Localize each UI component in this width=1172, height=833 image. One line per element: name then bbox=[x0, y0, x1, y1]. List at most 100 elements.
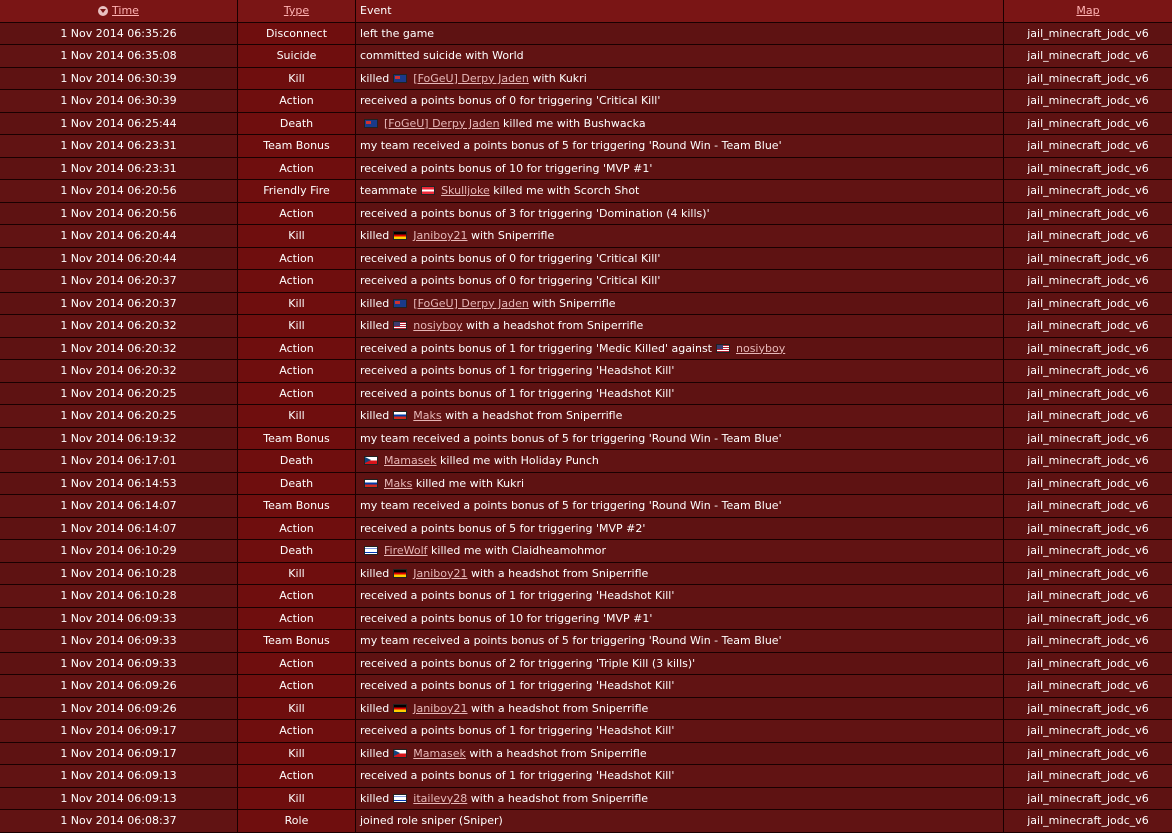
table-row: 1 Nov 2014 06:25:44 Death [FoGeU] Derpy Ja… bbox=[0, 112, 1172, 135]
table-row: 1 Nov 2014 06:20:37 Action received a poin… bbox=[0, 270, 1172, 293]
event-cell: my team received a points bonus of 5 for… bbox=[356, 630, 1004, 653]
player-link[interactable]: [FoGeU] Derpy Jaden bbox=[413, 297, 529, 310]
table-body: 1 Nov 2014 06:35:26 Disconnect left the ga… bbox=[0, 22, 1172, 833]
player-link[interactable]: Maks bbox=[413, 409, 441, 422]
map-cell: jail_minecraft_jodc_v6 bbox=[1004, 765, 1172, 788]
sort-by-time-link[interactable]: Time bbox=[112, 4, 139, 17]
map-cell: jail_minecraft_jodc_v6 bbox=[1004, 90, 1172, 113]
usa-flag-icon bbox=[393, 321, 408, 331]
event-text: killed me with Holiday Punch bbox=[436, 454, 599, 468]
event-text: my team received a points bonus of 5 for… bbox=[360, 431, 782, 445]
type-cell: Action bbox=[238, 270, 356, 293]
event-text: teammate bbox=[360, 184, 418, 198]
event-cell: killed Janiboy21 with Sniperrifle bbox=[356, 225, 1004, 248]
map-cell: jail_minecraft_jodc_v6 bbox=[1004, 45, 1172, 68]
event-cell: committed suicide with World bbox=[356, 45, 1004, 68]
time-cell: 1 Nov 2014 06:08:37 bbox=[0, 810, 238, 833]
type-cell: Action bbox=[238, 517, 356, 540]
event-text: with a headshot from Sniperrifle bbox=[467, 701, 649, 715]
type-cell: Team Bonus bbox=[238, 630, 356, 653]
player-link[interactable]: Mamasek bbox=[413, 747, 466, 760]
map-cell: jail_minecraft_jodc_v6 bbox=[1004, 270, 1172, 293]
type-cell: Action bbox=[238, 202, 356, 225]
sort-by-map-link[interactable]: Map bbox=[1076, 4, 1099, 17]
type-cell: Kill bbox=[238, 405, 356, 428]
type-cell: Disconnect bbox=[238, 22, 356, 45]
event-text: killed bbox=[360, 409, 390, 423]
player-link[interactable]: Janiboy21 bbox=[413, 702, 467, 715]
player-link[interactable]: [FoGeU] Derpy Jaden bbox=[384, 117, 500, 130]
table-row: 1 Nov 2014 06:10:29 Death FireWolf killed … bbox=[0, 540, 1172, 563]
player-link[interactable]: Skulljoke bbox=[441, 184, 490, 197]
type-cell: Action bbox=[238, 765, 356, 788]
map-cell: jail_minecraft_jodc_v6 bbox=[1004, 607, 1172, 630]
table-row: 1 Nov 2014 06:19:32 Team Bonus my team rec… bbox=[0, 427, 1172, 450]
type-cell: Action bbox=[238, 720, 356, 743]
map-cell: jail_minecraft_jodc_v6 bbox=[1004, 675, 1172, 698]
table-row: 1 Nov 2014 06:20:56 Action received a poin… bbox=[0, 202, 1172, 225]
event-cell: [FoGeU] Derpy Jaden killed me with Bushw… bbox=[356, 112, 1004, 135]
event-cell: killed Maks with a headshot from Sniperri… bbox=[356, 405, 1004, 428]
event-cell: received a points bonus of 1 for trigger… bbox=[356, 765, 1004, 788]
event-text: killed bbox=[360, 566, 390, 580]
time-cell: 1 Nov 2014 06:30:39 bbox=[0, 90, 238, 113]
header-type-cell[interactable]: Type bbox=[238, 0, 356, 23]
event-cell: received a points bonus of 1 for trigger… bbox=[356, 382, 1004, 405]
table-row: 1 Nov 2014 06:09:33 Action received a poin… bbox=[0, 652, 1172, 675]
event-text: left the game bbox=[360, 26, 435, 40]
type-cell: Suicide bbox=[238, 45, 356, 68]
map-cell: jail_minecraft_jodc_v6 bbox=[1004, 157, 1172, 180]
table-row: 1 Nov 2014 06:14:07 Team Bonus my team rec… bbox=[0, 495, 1172, 518]
type-cell: Friendly Fire bbox=[238, 180, 356, 203]
player-link[interactable]: nosiyboy bbox=[413, 319, 462, 332]
player-link[interactable]: Mamasek bbox=[384, 454, 437, 467]
table-row: 1 Nov 2014 06:30:39 Action received a poin… bbox=[0, 90, 1172, 113]
map-cell: jail_minecraft_jodc_v6 bbox=[1004, 787, 1172, 810]
type-cell: Action bbox=[238, 675, 356, 698]
event-cell: received a points bonus of 1 for trigger… bbox=[356, 360, 1004, 383]
player-link[interactable]: Janiboy21 bbox=[413, 229, 467, 242]
player-link[interactable]: FireWolf bbox=[384, 544, 428, 557]
event-text: killed bbox=[360, 791, 390, 805]
event-log-table: Time Type Event Map 1 Nov 2014 06:35:26 D… bbox=[0, 0, 1172, 833]
sort-descending-icon[interactable] bbox=[98, 5, 109, 16]
event-cell: received a points bonus of 3 for trigger… bbox=[356, 202, 1004, 225]
event-text: received a points bonus of 1 for trigger… bbox=[360, 341, 712, 355]
player-link[interactable]: nosiyboy bbox=[736, 342, 785, 355]
header-map-cell[interactable]: Map bbox=[1004, 0, 1172, 23]
map-cell: jail_minecraft_jodc_v6 bbox=[1004, 742, 1172, 765]
type-cell: Action bbox=[238, 90, 356, 113]
player-link[interactable]: [FoGeU] Derpy Jaden bbox=[413, 72, 529, 85]
event-text: killed bbox=[360, 319, 390, 333]
type-cell: Action bbox=[238, 247, 356, 270]
map-cell: jail_minecraft_jodc_v6 bbox=[1004, 67, 1172, 90]
event-text: my team received a points bonus of 5 for… bbox=[360, 139, 782, 153]
player-link[interactable]: itailevy28 bbox=[413, 792, 467, 805]
event-cell: received a points bonus of 0 for trigger… bbox=[356, 270, 1004, 293]
event-cell: killed [FoGeU] Derpy Jaden with Kukri bbox=[356, 67, 1004, 90]
table-row: 1 Nov 2014 06:20:44 Action received a poin… bbox=[0, 247, 1172, 270]
table-row: 1 Nov 2014 06:35:08 Suicide committed suic… bbox=[0, 45, 1172, 68]
type-cell: Kill bbox=[238, 225, 356, 248]
table-row: 1 Nov 2014 06:09:26 Kill killed Janiboy21 w… bbox=[0, 697, 1172, 720]
map-cell: jail_minecraft_jodc_v6 bbox=[1004, 22, 1172, 45]
table-row: 1 Nov 2014 06:20:25 Action received a poin… bbox=[0, 382, 1172, 405]
time-cell: 1 Nov 2014 06:20:56 bbox=[0, 202, 238, 225]
map-cell: jail_minecraft_jodc_v6 bbox=[1004, 382, 1172, 405]
event-text: joined role sniper (Sniper) bbox=[360, 814, 503, 828]
event-text: received a points bonus of 3 for trigger… bbox=[360, 206, 710, 220]
event-cell: killed Mamasek with a headshot from Snipe… bbox=[356, 742, 1004, 765]
event-text: received a points bonus of 1 for trigger… bbox=[360, 364, 675, 378]
event-cell: received a points bonus of 2 for trigger… bbox=[356, 652, 1004, 675]
sort-by-type-link[interactable]: Type bbox=[284, 4, 309, 17]
time-cell: 1 Nov 2014 06:09:26 bbox=[0, 697, 238, 720]
germany-flag-icon bbox=[393, 568, 408, 578]
table-row: 1 Nov 2014 06:10:28 Action received a poin… bbox=[0, 585, 1172, 608]
event-text: received a points bonus of 1 for trigger… bbox=[360, 769, 675, 783]
header-time-cell[interactable]: Time bbox=[0, 0, 238, 23]
player-link[interactable]: Janiboy21 bbox=[413, 567, 467, 580]
player-link[interactable]: Maks bbox=[384, 477, 412, 490]
event-text: killed bbox=[360, 296, 390, 310]
event-cell: killed itailevy28 with a headshot from Sn… bbox=[356, 787, 1004, 810]
type-cell: Action bbox=[238, 360, 356, 383]
